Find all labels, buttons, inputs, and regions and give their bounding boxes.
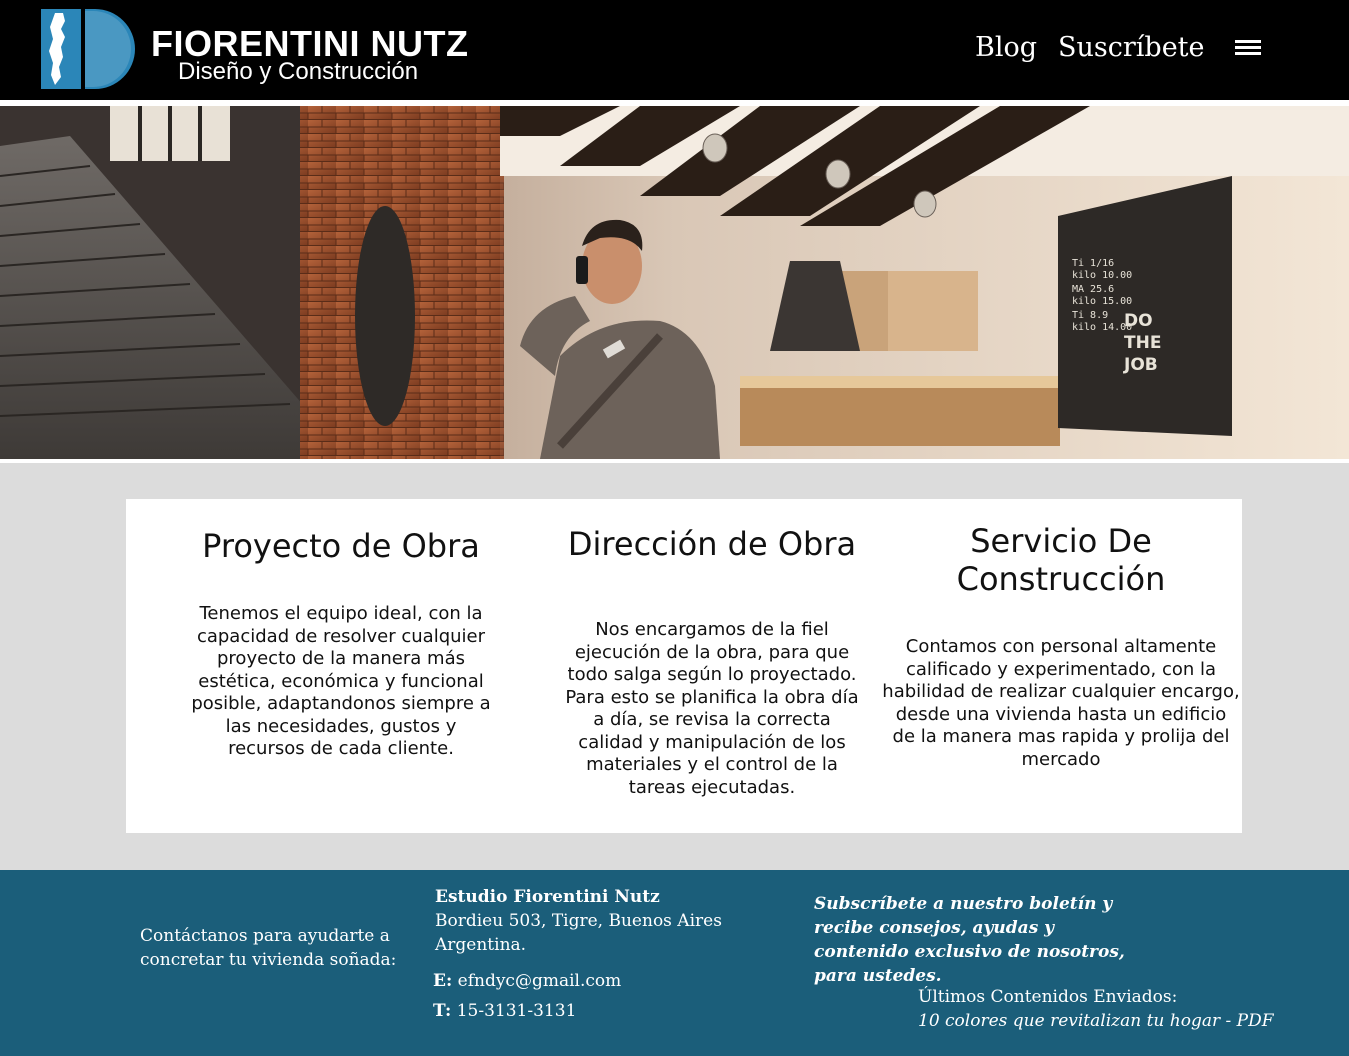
chalkboard-line: MA 25.6 [1072, 284, 1114, 295]
chalkboard-line: Ti 8.9 [1072, 310, 1108, 321]
site-footer: Contáctanos para ayudarte a concretar tu… [0, 870, 1349, 1056]
address-line: Bordieu 503, Tigre, Buenos Aires [435, 911, 722, 931]
chalkboard-line: kilo 10.00 [1072, 270, 1132, 281]
phone-row: T: 15-3131-3131 [433, 999, 576, 1023]
hero-banner: Ti 1/16 kilo 10.00 MA 25.6 kilo 15.00 Ti… [0, 106, 1349, 459]
service-card: Proyecto de Obra Tenemos el equipo ideal… [186, 527, 496, 761]
address-line: Argentina. [435, 935, 527, 955]
service-card: Dirección de Obra Nos encargamos de la f… [554, 525, 870, 799]
contact-prompt: Contáctanos para ayudarte a concretar tu… [140, 926, 397, 970]
chalkboard-motto: JOB [1123, 355, 1158, 375]
service-card: Servicio De Construcción Contamos con pe… [882, 522, 1240, 771]
chalkboard-line: Ti 1/16 [1072, 258, 1114, 269]
service-description: Tenemos el equipo ideal, con la capacida… [191, 603, 491, 759]
email-row: E: efndyc@gmail.com [433, 969, 621, 993]
nav-subscribe-link[interactable]: Suscríbete [1058, 32, 1205, 63]
hero-divider [0, 459, 1349, 463]
service-title: Proyecto de Obra [202, 527, 480, 565]
latest-content-link[interactable]: 10 colores que revitalizan tu hogar - PD… [918, 1009, 1274, 1033]
brand-subtitle: Diseño y Construcción [178, 58, 419, 85]
nav-blog-link[interactable]: Blog [975, 32, 1037, 63]
latest-heading: Últimos Contenidos Enviados: [918, 987, 1178, 1007]
service-title: Dirección de Obra [567, 525, 857, 563]
services-panel: Proyecto de Obra Tenemos el equipo ideal… [126, 499, 1242, 833]
chalkboard-motto: DO [1124, 311, 1153, 331]
site-header: FIORENTINI NUTZ Diseño y Construcción Bl… [0, 0, 1349, 100]
phone-label: T: [433, 1001, 452, 1021]
chalkboard-motto: THE [1124, 333, 1161, 353]
chalkboard-line: kilo 15.00 [1072, 296, 1132, 307]
service-description: Contamos con personal altamente califica… [882, 636, 1240, 770]
menu-icon[interactable] [1235, 40, 1261, 58]
phone-number: 15-3131-3131 [456, 1001, 577, 1021]
logo-icon[interactable] [41, 9, 135, 89]
service-description: Nos encargamos de la fiel ejecución de l… [565, 619, 859, 798]
service-title: Servicio De Construcción [956, 522, 1166, 598]
email-link[interactable]: efndyc@gmail.com [458, 971, 622, 991]
studio-name: Estudio Fiorentini Nutz [435, 887, 660, 907]
hero-illustration: Ti 1/16 kilo 10.00 MA 25.6 kilo 15.00 Ti… [0, 106, 1349, 459]
email-label: E: [433, 971, 453, 991]
newsletter-text: Subscríbete a nuestro boletín y recibe c… [814, 894, 1125, 986]
